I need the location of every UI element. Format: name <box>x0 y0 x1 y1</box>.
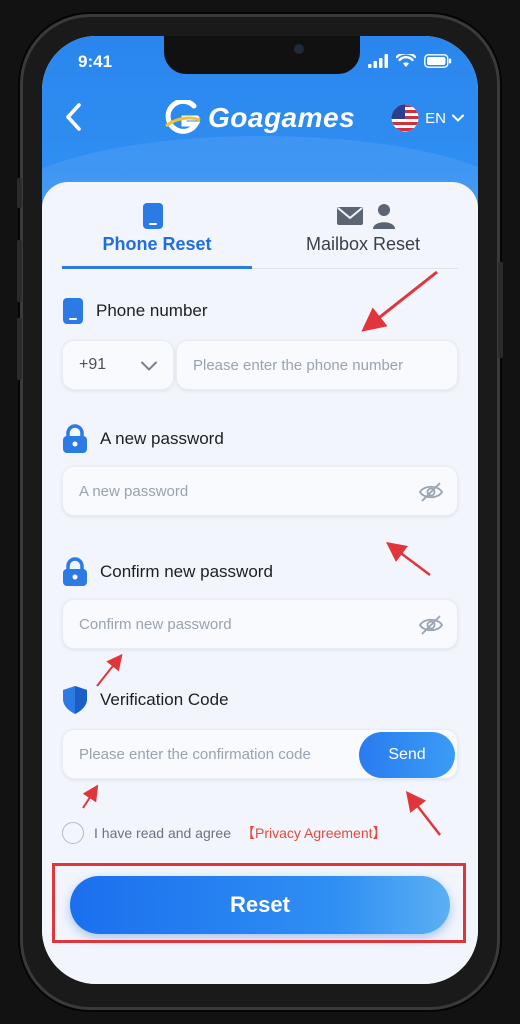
annotation-arrow <box>386 542 431 576</box>
annotation-arrow <box>405 791 441 836</box>
annotation-arrow <box>96 653 123 687</box>
annotation-arrow <box>361 270 438 332</box>
annotation-overlay <box>82 270 441 836</box>
annotation-arrow <box>82 784 99 809</box>
